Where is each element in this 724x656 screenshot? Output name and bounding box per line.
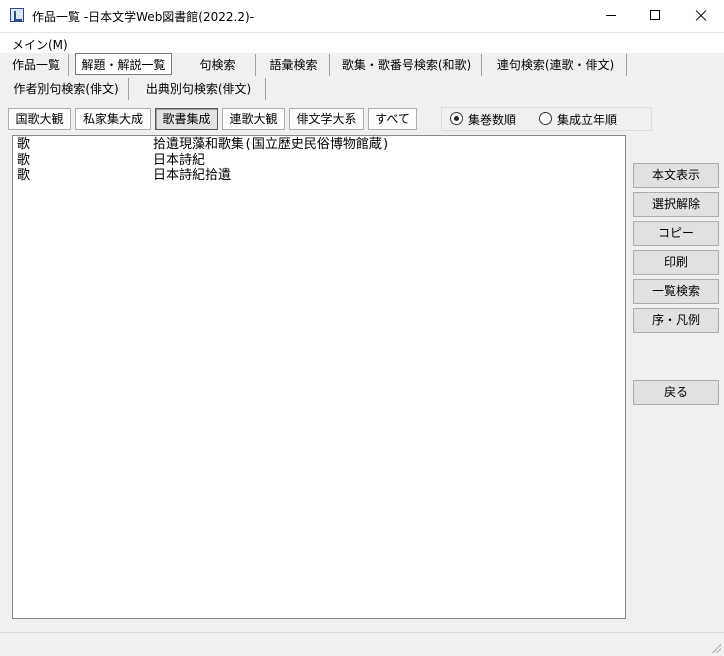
menu-bar: メイン(M) xyxy=(0,33,724,53)
tab-source-search[interactable]: 出典別句検索(俳文) xyxy=(132,78,266,100)
show-text-button[interactable]: 本文表示 xyxy=(633,163,719,188)
tab-anthology-search[interactable]: 歌集・歌番号検索(和歌) xyxy=(332,54,482,76)
maximize-icon xyxy=(650,10,660,20)
status-bar xyxy=(0,632,724,656)
tab-verse-search[interactable]: 句検索 xyxy=(180,54,256,76)
tab-commentary-list[interactable]: 解題・解説一覧 xyxy=(75,53,172,75)
menu-main[interactable]: メイン(M) xyxy=(12,36,68,53)
back-button[interactable]: 戻る xyxy=(633,380,719,405)
minimize-button[interactable] xyxy=(586,0,632,32)
deselect-button[interactable]: 選択解除 xyxy=(633,192,719,217)
window-title: 作品一覧 -日本文学Web図書館(2022.2)- xyxy=(32,10,254,24)
resize-grip-icon[interactable] xyxy=(711,643,721,653)
tab-vocab-search[interactable]: 語彙検索 xyxy=(258,54,330,76)
list-search-button[interactable]: 一覧検索 xyxy=(633,279,719,304)
list-item-title: 日本詩紀 xyxy=(153,153,206,168)
collection-all-button[interactable]: すべて xyxy=(368,108,417,130)
minimize-icon xyxy=(606,15,616,16)
collection-haibungaku-taikei-button[interactable]: 俳文学大系 xyxy=(289,108,364,130)
list-item-type: 歌 xyxy=(17,137,31,152)
list-item-title: 日本詩紀拾遺 xyxy=(153,168,232,183)
title-bar: 作品一覧 -日本文学Web図書館(2022.2)- xyxy=(0,0,724,33)
tab-author-search[interactable]: 作者別句検索(俳文) xyxy=(4,78,129,100)
print-button[interactable]: 印刷 xyxy=(633,250,719,275)
tab-works-list[interactable]: 作品一覧 xyxy=(4,54,69,76)
collection-renga-taikan-button[interactable]: 連歌大観 xyxy=(222,108,285,130)
collection-kasho-shusei-button[interactable]: 歌書集成 xyxy=(155,108,218,130)
sort-volume-radio[interactable] xyxy=(450,112,463,125)
sort-year-label[interactable]: 集成立年順 xyxy=(557,111,617,128)
preface-button[interactable]: 序・凡例 xyxy=(633,308,719,333)
tab-renku-search[interactable]: 連句検索(連歌・俳文) xyxy=(485,54,627,76)
collection-kokka-taikan-button[interactable]: 国歌大観 xyxy=(8,108,71,130)
list-item-title: 拾遺現藻和歌集(国立歴史民俗博物館蔵) xyxy=(153,137,390,152)
copy-button[interactable]: コピー xyxy=(633,221,719,246)
sort-volume-label[interactable]: 集巻数順 xyxy=(468,111,516,128)
works-list[interactable]: 歌 拾遺現藻和歌集(国立歴史民俗博物館蔵) 歌 日本詩紀 歌 日本詩紀拾遺 xyxy=(12,135,626,619)
list-item-type: 歌 xyxy=(17,168,31,183)
app-icon xyxy=(10,8,24,22)
collection-shikashu-taisei-button[interactable]: 私家集大成 xyxy=(75,108,151,130)
list-item-type: 歌 xyxy=(17,153,31,168)
sort-year-radio[interactable] xyxy=(539,112,552,125)
